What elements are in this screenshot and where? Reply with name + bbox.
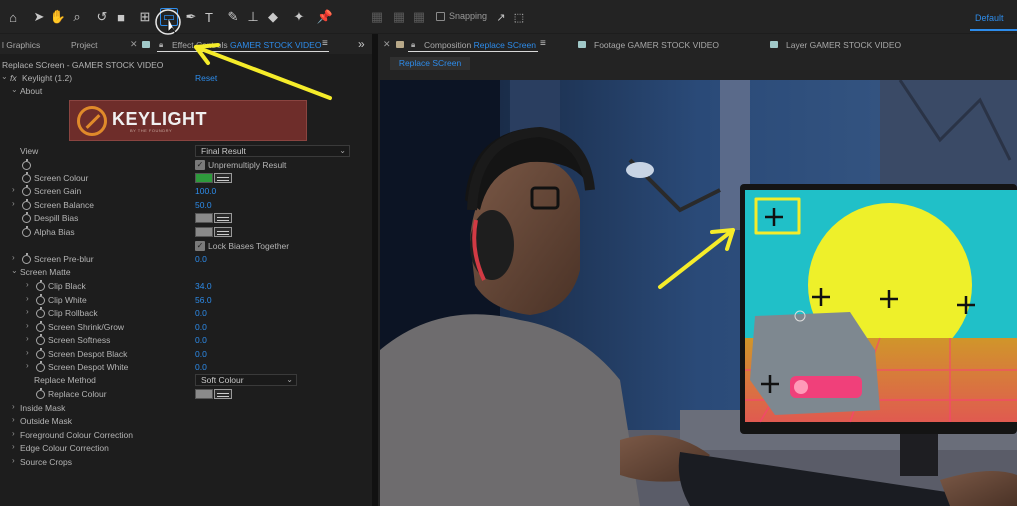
annotation-highlight-box <box>754 197 801 235</box>
annotation-overlay <box>155 9 801 289</box>
mouse-cursor-icon <box>167 18 177 35</box>
annotation-arrow-toolbar <box>194 45 332 100</box>
annotation-arrow-viewer <box>658 228 735 289</box>
